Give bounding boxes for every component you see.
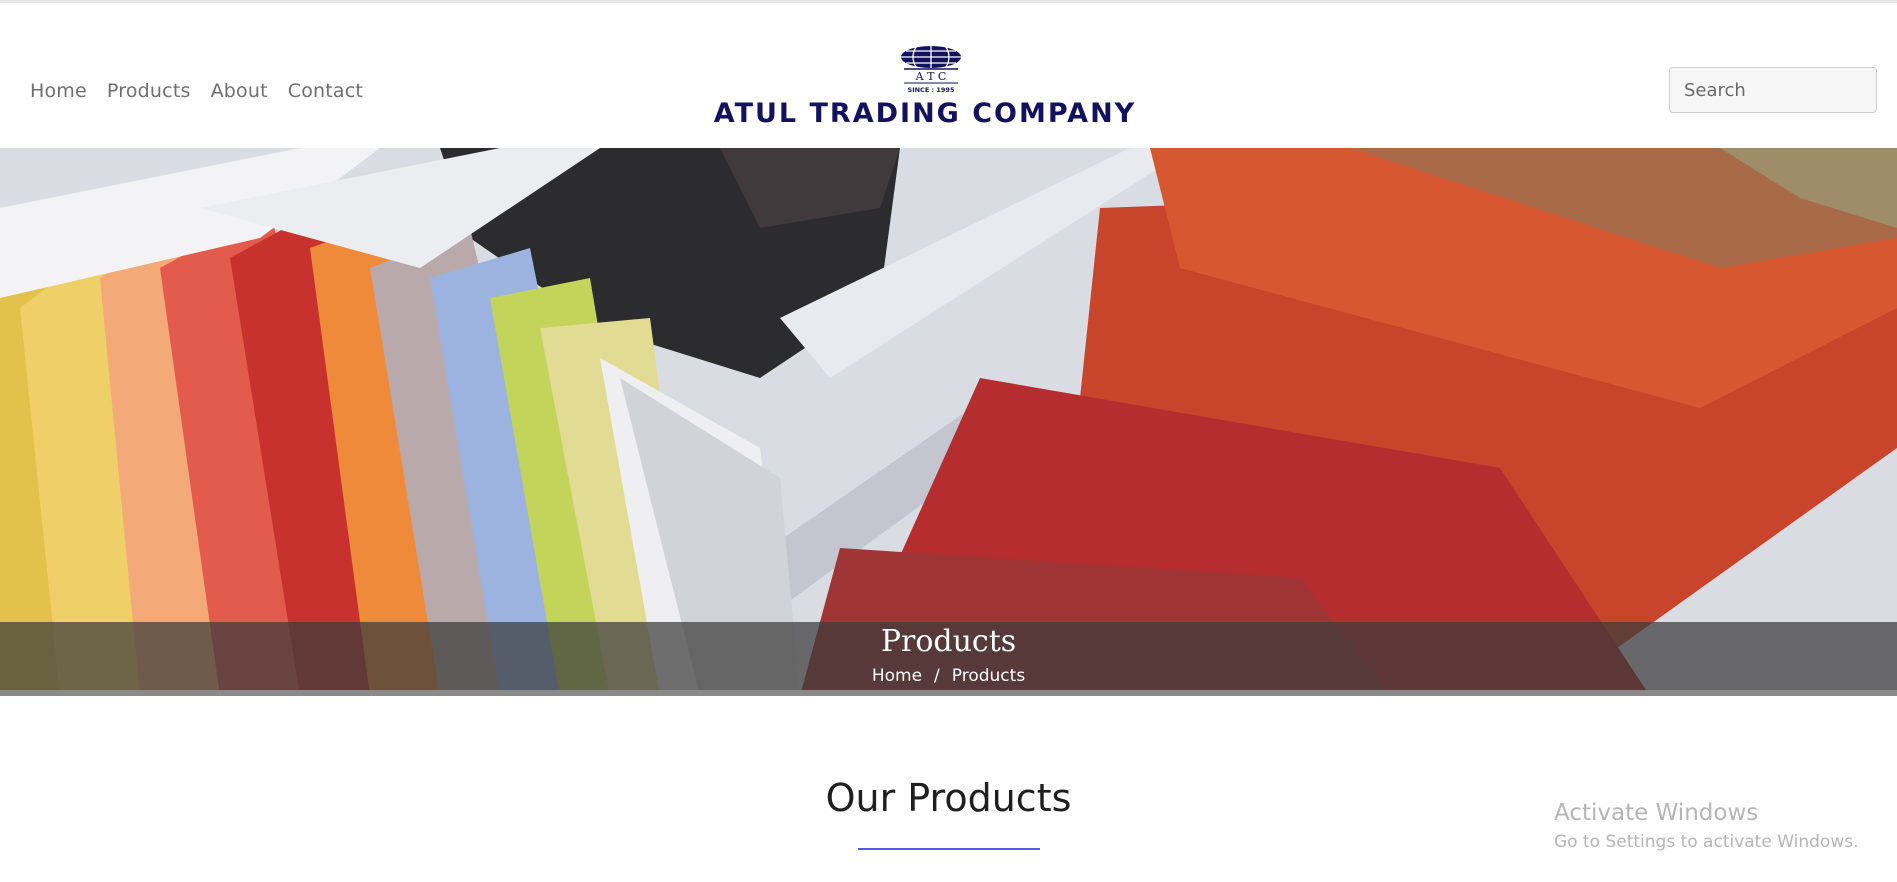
breadcrumb-current: Products xyxy=(951,666,1026,686)
nav-home-link[interactable]: Home xyxy=(30,80,87,102)
windows-activation-watermark: Activate Windows Go to Settings to activ… xyxy=(1554,800,1859,852)
search-input[interactable] xyxy=(1669,67,1877,113)
hero-banner: Products Home / Products xyxy=(0,148,1897,696)
nav-products-link[interactable]: Products xyxy=(107,80,191,102)
logo-since: SINCE : 1995 xyxy=(908,86,955,94)
watermark-subtitle: Go to Settings to activate Windows. xyxy=(1554,832,1859,852)
main-nav: Home Products About Contact xyxy=(30,80,363,102)
globe-icon: A T C SINCE : 1995 xyxy=(901,46,961,94)
logo-company-name: ATUL TRADING COMPANY xyxy=(713,98,1137,129)
breadcrumb-home-link[interactable]: Home xyxy=(872,666,922,686)
breadcrumb: Home / Products xyxy=(0,666,1897,686)
hero-bottom-border xyxy=(0,690,1897,696)
company-logo[interactable]: A T C SINCE : 1995 ATUL TRADING COMPANY xyxy=(705,45,1145,129)
section-title-underline xyxy=(858,848,1040,850)
breadcrumb-separator: / xyxy=(934,666,940,686)
watermark-title: Activate Windows xyxy=(1554,800,1759,826)
hero-background-image xyxy=(0,148,1897,696)
hero-title: Products xyxy=(880,624,1017,659)
site-header: Home Products About Contact A T C SINCE … xyxy=(0,3,1897,148)
nav-about-link[interactable]: About xyxy=(211,80,268,102)
nav-contact-link[interactable]: Contact xyxy=(288,80,363,102)
logo-initials: A T C xyxy=(915,70,947,83)
